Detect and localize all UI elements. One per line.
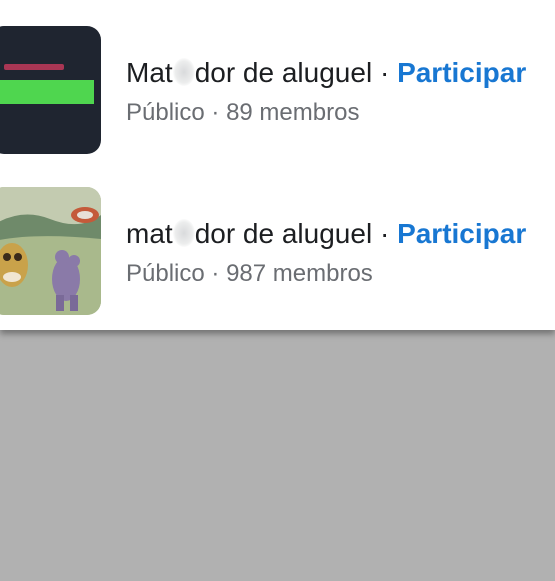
join-button[interactable]: Participar [397, 218, 526, 249]
title-separator: · [379, 57, 390, 88]
thumbnail-caption-mark [4, 64, 64, 70]
group-name[interactable]: mat dor de aluguel [126, 218, 372, 249]
group-privacy: Público [126, 260, 205, 287]
group-results-card: Mat dor de aluguel · Participar Público ·… [0, 0, 555, 330]
group-privacy: Público [126, 99, 205, 126]
title-separator: · [379, 218, 390, 249]
group-meta: Público · 89 membros [126, 98, 359, 128]
group-list-item[interactable]: mat dor de aluguel · Participar Público ·… [0, 187, 555, 317]
redacted-character [172, 219, 195, 247]
thumbnail-green-band [0, 80, 94, 104]
group-title-line: Mat dor de aluguel · Participar [126, 56, 526, 90]
join-button[interactable]: Participar [397, 57, 526, 88]
group-meta: Público · 987 membros [126, 259, 373, 289]
cartoon-scene-image [0, 187, 101, 315]
group-thumbnail[interactable] [0, 26, 101, 154]
group-title-line: mat dor de aluguel · Participar [126, 217, 526, 251]
group-member-count: 89 membros [226, 99, 360, 126]
group-thumbnail[interactable] [0, 187, 101, 315]
group-member-count: 987 membros [226, 260, 373, 287]
redacted-character [172, 58, 195, 86]
group-list-item[interactable]: Mat dor de aluguel · Participar Público ·… [0, 26, 555, 156]
group-name[interactable]: Mat dor de aluguel [126, 57, 372, 88]
meta-separator: · [211, 99, 220, 126]
meta-separator: · [211, 260, 220, 287]
